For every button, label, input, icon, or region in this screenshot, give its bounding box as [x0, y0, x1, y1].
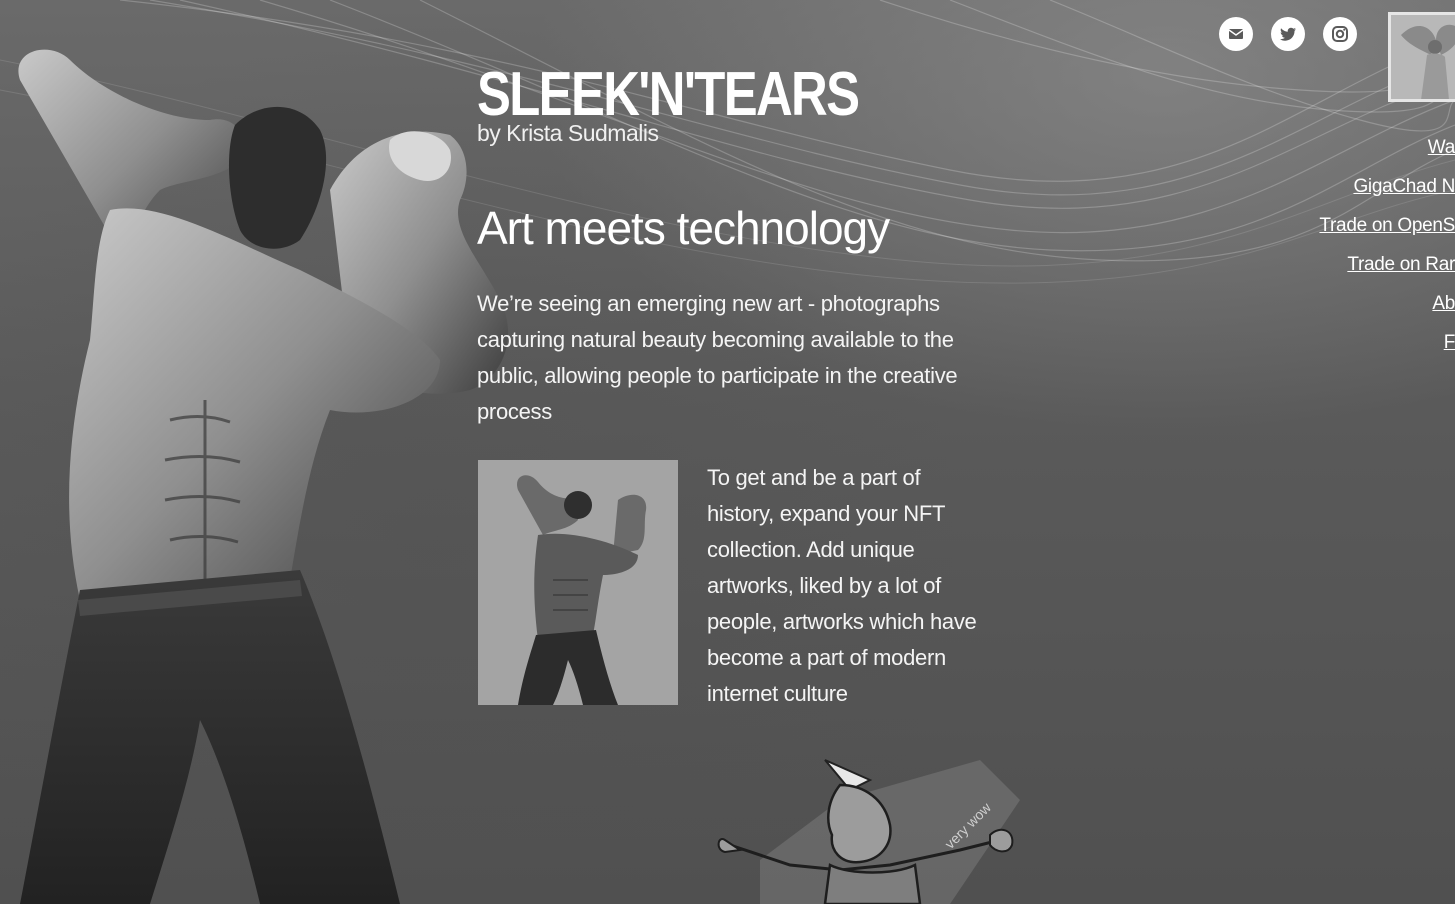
gigachad-photo — [478, 460, 678, 705]
angel-statue-image — [1391, 15, 1455, 99]
artwork-thumbnail[interactable] — [478, 460, 678, 705]
mail-icon — [1228, 29, 1244, 39]
instagram-button[interactable] — [1323, 17, 1357, 51]
nav-link-trade-rarible[interactable]: Trade on Rar — [1255, 245, 1455, 284]
feature-paragraph: To get and be a part of history, expand … — [707, 465, 977, 706]
nav-link-wallet[interactable]: Wa — [1255, 128, 1455, 167]
mail-button[interactable] — [1219, 17, 1253, 51]
nav-link-faq[interactable]: F — [1255, 323, 1455, 362]
site-header: SLEEK'N'TEARS by Krista Sudmalis — [477, 62, 997, 147]
instagram-icon — [1332, 26, 1348, 42]
intro-paragraph: We’re seeing an emerging new art - photo… — [477, 291, 958, 424]
nft-avatar-thumbnail[interactable] — [1388, 12, 1455, 102]
meme-illustration: very wow — [717, 759, 1020, 904]
twitter-icon — [1280, 27, 1296, 41]
main-navigation: Wa GigaChad N Trade on OpenS Trade on Ra… — [1255, 128, 1455, 362]
nav-link-trade-opensea[interactable]: Trade on OpenS — [1255, 206, 1455, 245]
site-logo[interactable]: SLEEK'N'TEARS — [477, 62, 903, 128]
bodybuilder-hero-image — [18, 49, 509, 904]
social-links — [1219, 17, 1357, 51]
nav-link-about[interactable]: Ab — [1255, 284, 1455, 323]
twitter-button[interactable] — [1271, 17, 1305, 51]
page-headline: Art meets technology — [477, 202, 890, 254]
nav-link-gigachad-nft[interactable]: GigaChad N — [1255, 167, 1455, 206]
